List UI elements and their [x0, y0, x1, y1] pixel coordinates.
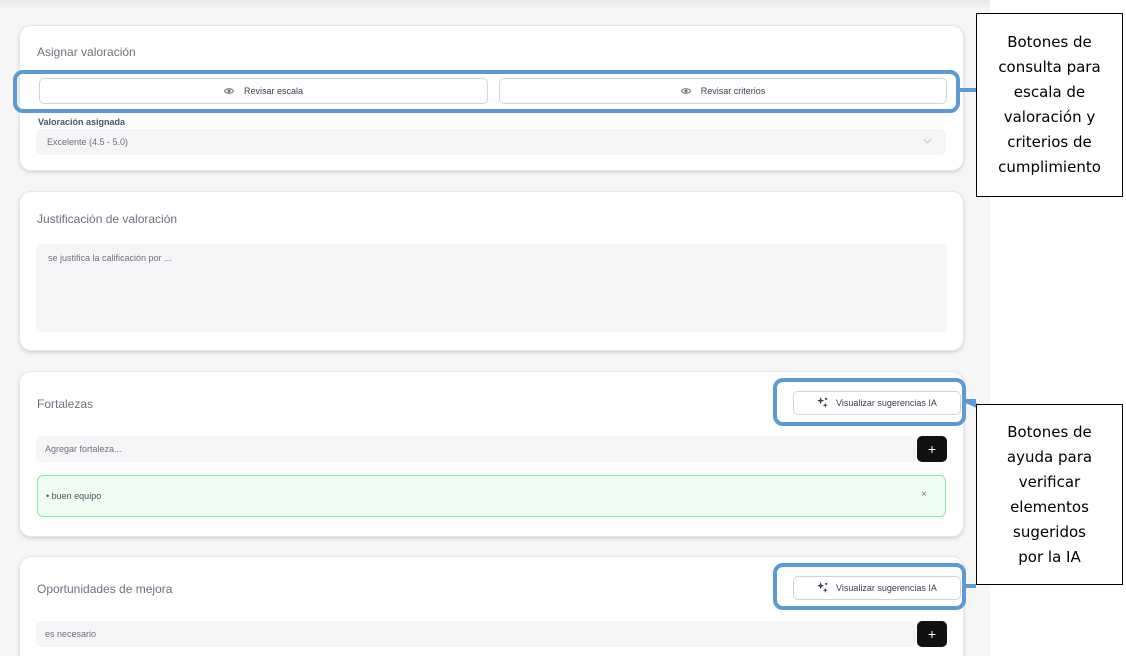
callout-review-buttons: Botones de consulta para escala de valor… — [976, 13, 1123, 197]
improvements-ai-highlight — [773, 563, 966, 610]
chevron-down-icon — [923, 136, 932, 146]
review-buttons-highlight — [13, 70, 960, 113]
callout-top-line: valoración y — [1003, 108, 1096, 126]
callout-bottom-line: ayuda para — [1006, 447, 1093, 466]
assigned-rating-select[interactable]: Excelente (4.5 - 5.0) — [36, 129, 946, 155]
add-strength-button[interactable]: + — [917, 436, 947, 462]
callout-top-line: Botones de — [1007, 33, 1092, 51]
strengths-card-title: Fortalezas — [37, 397, 94, 411]
strength-input[interactable]: Agregar fortaleza... — [36, 436, 916, 462]
callout-bottom-line: por la IA — [1018, 547, 1081, 566]
callout-bottom-line: verificar — [1018, 472, 1081, 491]
justification-card-title: Justificación de valoración — [37, 212, 178, 226]
strength-item-text: • buen equipo — [46, 491, 102, 501]
improvement-input[interactable]: es necesario — [36, 621, 916, 647]
callout-ai-buttons: Botones de ayuda para verificar elemento… — [976, 404, 1123, 585]
assigned-rating-label: Valoración asignada — [38, 117, 126, 127]
strength-item: • buen equipo × — [37, 475, 946, 517]
remove-strength-button[interactable]: × — [921, 489, 927, 500]
callout-top-line: cumplimiento — [998, 158, 1101, 176]
callout-top-line: consulta para — [998, 58, 1101, 76]
strengths-ai-highlight — [773, 378, 966, 426]
callout-top-line: criterios de — [1007, 133, 1092, 151]
callout-bottom-line: Botones de — [1007, 422, 1092, 441]
callout-bottom-line: elementos — [1010, 497, 1089, 516]
justification-textarea[interactable]: se justifica la calificación por ... — [36, 244, 947, 332]
callout-top-line: escala de — [1013, 83, 1086, 101]
improvements-card-title: Oportunidades de mejora — [37, 582, 173, 596]
rating-card-title: Asignar valoración — [37, 45, 136, 59]
assigned-rating-value: Excelente (4.5 - 5.0) — [47, 137, 129, 147]
justification-card: Justificación de valoración se justifica… — [19, 191, 964, 351]
header-shadow — [0, 0, 990, 10]
add-improvement-button[interactable]: + — [917, 621, 947, 647]
callout-bottom-line: sugeridos — [1013, 522, 1086, 541]
connector-line-bottom — [966, 584, 976, 588]
